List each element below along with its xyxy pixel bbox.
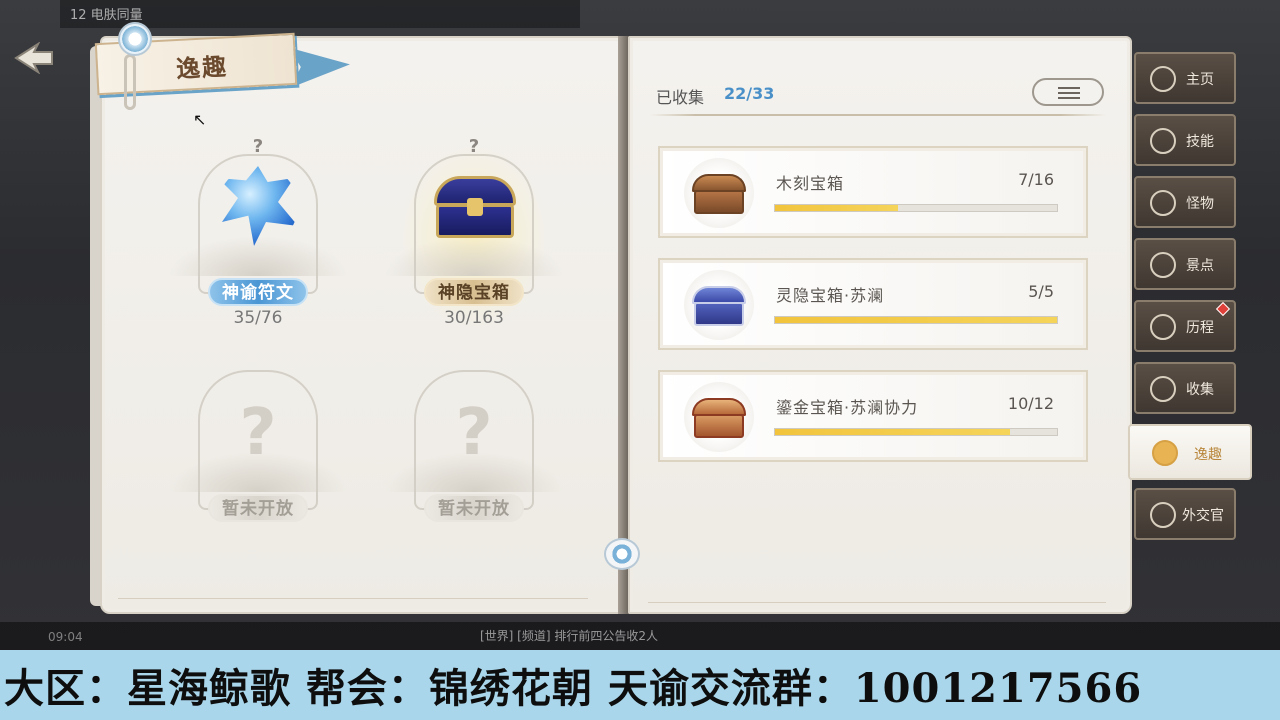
tab-label: 历程 xyxy=(1186,320,1214,336)
collection-item-row[interactable]: 木刻宝箱 7/16 xyxy=(658,146,1088,238)
header-divider xyxy=(650,114,1106,116)
landmark-icon xyxy=(1150,252,1176,278)
item-count: 7/16 xyxy=(1018,170,1054,189)
tab-label: 主页 xyxy=(1186,72,1214,88)
tab-label: 外交官 xyxy=(1182,508,1224,524)
tab-label: 逸趣 xyxy=(1194,447,1222,463)
category-card-hidden-chest[interactable]: ? 神隐宝箱 30/163 xyxy=(384,136,564,346)
item-count: 5/5 xyxy=(1028,282,1054,301)
item-progress-bar xyxy=(774,428,1058,436)
back-arrow-icon xyxy=(14,41,53,75)
monster-icon xyxy=(1150,190,1176,216)
item-progress-fill xyxy=(775,317,1057,323)
background-time: 09:04 xyxy=(48,630,83,644)
treasure-chest-icon xyxy=(434,176,516,238)
item-name: 灵隐宝箱·苏澜 xyxy=(776,286,885,305)
item-name: 木刻宝箱 xyxy=(776,174,845,193)
item-icon-frame xyxy=(684,382,754,452)
collection-icon xyxy=(1150,376,1176,402)
stream-banner-text: 大区：星海鲸歌 帮会：锦绣花朝 天谕交流群：1001217566 xyxy=(4,665,1143,712)
diplomat-icon xyxy=(1150,502,1176,528)
page-title: 逸趣 xyxy=(175,52,229,84)
paper-clip-icon xyxy=(124,54,136,110)
tab-label: 收集 xyxy=(1186,382,1214,398)
notification-badge xyxy=(1215,301,1231,317)
collected-label: 已收集 xyxy=(656,88,705,107)
item-progress-fill xyxy=(775,429,1010,435)
background-top-text: 12 电肤同量 xyxy=(70,8,143,23)
category-wing-ornament xyxy=(168,236,348,276)
tab-monster[interactable]: 怪物 xyxy=(1134,176,1236,228)
filter-icon xyxy=(1058,87,1080,89)
category-label: 神谕符文 xyxy=(208,278,308,306)
right-page-bottom-line xyxy=(648,602,1106,603)
category-card-locked-1[interactable]: ? 暂未开放 xyxy=(168,352,348,562)
collected-value: 22/33 xyxy=(724,84,775,103)
background-chat-text: [世界] [频道] 排行前四公告收2人 xyxy=(480,629,658,643)
journey-icon xyxy=(1150,314,1176,340)
item-progress-fill xyxy=(775,205,899,211)
item-icon-frame xyxy=(684,158,754,228)
tab-label: 景点 xyxy=(1186,258,1214,274)
book-center-emblem-icon xyxy=(604,538,640,570)
category-card-rune[interactable]: ? 神谕符文 35/76 xyxy=(168,136,348,346)
category-label: 暂未开放 xyxy=(208,494,308,522)
category-wing-ornament xyxy=(384,236,564,276)
tab-skill[interactable]: 技能 xyxy=(1134,114,1236,166)
eye-emblem-icon xyxy=(118,22,152,56)
fun-icon xyxy=(1152,440,1178,466)
tab-label: 技能 xyxy=(1186,134,1214,150)
filter-button[interactable] xyxy=(1032,78,1104,106)
tab-landmark[interactable]: 景点 xyxy=(1134,238,1236,290)
tab-diplomat[interactable]: 外交官 xyxy=(1134,488,1236,540)
wooden-chest-icon xyxy=(692,174,746,214)
item-count: 10/12 xyxy=(1007,394,1054,413)
tab-home[interactable]: 主页 xyxy=(1134,52,1236,104)
home-icon xyxy=(1150,66,1176,92)
gilded-chest-icon xyxy=(692,398,746,438)
item-name: 鎏金宝箱·苏澜协力 xyxy=(776,398,919,417)
tab-journey[interactable]: 历程 xyxy=(1134,300,1236,352)
back-button[interactable] xyxy=(12,41,54,75)
item-icon-frame xyxy=(684,270,754,340)
spirit-chest-icon xyxy=(692,286,746,326)
item-progress-bar xyxy=(774,204,1058,212)
category-label: 神隐宝箱 xyxy=(424,278,524,306)
category-count: 30/163 xyxy=(444,308,504,328)
category-label: 暂未开放 xyxy=(424,494,524,522)
mouse-cursor-icon: ↖ xyxy=(193,110,207,129)
item-progress-bar xyxy=(774,316,1058,324)
tab-fun[interactable]: 逸趣 xyxy=(1128,424,1252,480)
skill-icon xyxy=(1150,128,1176,154)
question-mark-icon: ? xyxy=(239,396,277,470)
tab-collection[interactable]: 收集 xyxy=(1134,362,1236,414)
collection-item-row[interactable]: 鎏金宝箱·苏澜协力 10/12 xyxy=(658,370,1088,462)
question-mark-icon: ? xyxy=(455,396,493,470)
collection-item-row[interactable]: 灵隐宝箱·苏澜 5/5 xyxy=(658,258,1088,350)
tab-label: 怪物 xyxy=(1186,196,1214,212)
left-page-bottom-line xyxy=(118,598,588,599)
category-card-locked-2[interactable]: ? 暂未开放 xyxy=(384,352,564,562)
category-count: 35/76 xyxy=(233,308,283,328)
